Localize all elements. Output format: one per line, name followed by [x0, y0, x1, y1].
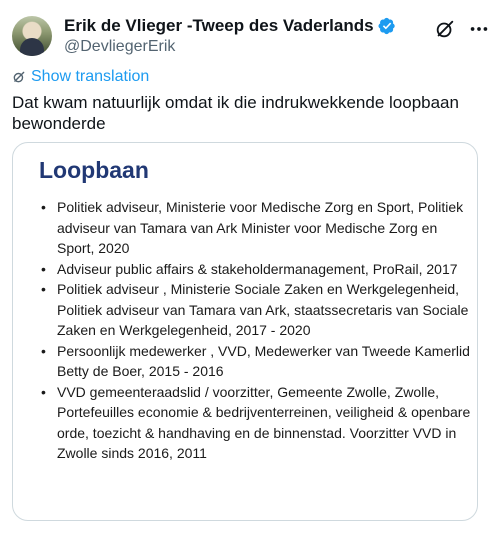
avatar[interactable] [12, 16, 52, 56]
show-translation-label[interactable]: Show translation [31, 68, 149, 86]
career-list-item: Politiek adviseur, Ministerie voor Medis… [41, 197, 471, 259]
career-list-item: Persoonlijk medewerker , VVD, Medewerker… [41, 341, 471, 382]
career-card-image[interactable]: Loopbaan Politiek adviseur, Ministerie v… [12, 142, 478, 521]
tweet-text: Dat kwam natuurlijk omdat ik die indrukw… [12, 93, 459, 133]
verified-badge-icon [378, 17, 395, 35]
career-list-item: Politiek adviseur , Ministerie Sociale Z… [41, 279, 471, 341]
more-icon[interactable] [468, 18, 490, 40]
tweet-header: Erik de Vlieger -Tweep des Vaderlands @D… [12, 12, 488, 58]
career-card-title: Loopbaan [39, 157, 149, 183]
show-translation-link[interactable]: Show translation [12, 68, 149, 86]
author-handle[interactable]: @DevliegerErik [64, 38, 175, 56]
grok-icon[interactable] [434, 18, 456, 40]
career-list-item: VVD gemeenteraadslid / voorzitter, Gemee… [41, 382, 471, 464]
author-display-name[interactable]: Erik de Vlieger -Tweep des Vaderlands [64, 16, 374, 36]
author-name-row[interactable]: Erik de Vlieger -Tweep des Vaderlands [64, 16, 396, 36]
grok-icon [13, 71, 25, 83]
career-list-item: Adviseur public affairs & stakeholderman… [41, 259, 471, 280]
career-list: Politiek adviseur, Ministerie voor Medis… [41, 197, 471, 464]
